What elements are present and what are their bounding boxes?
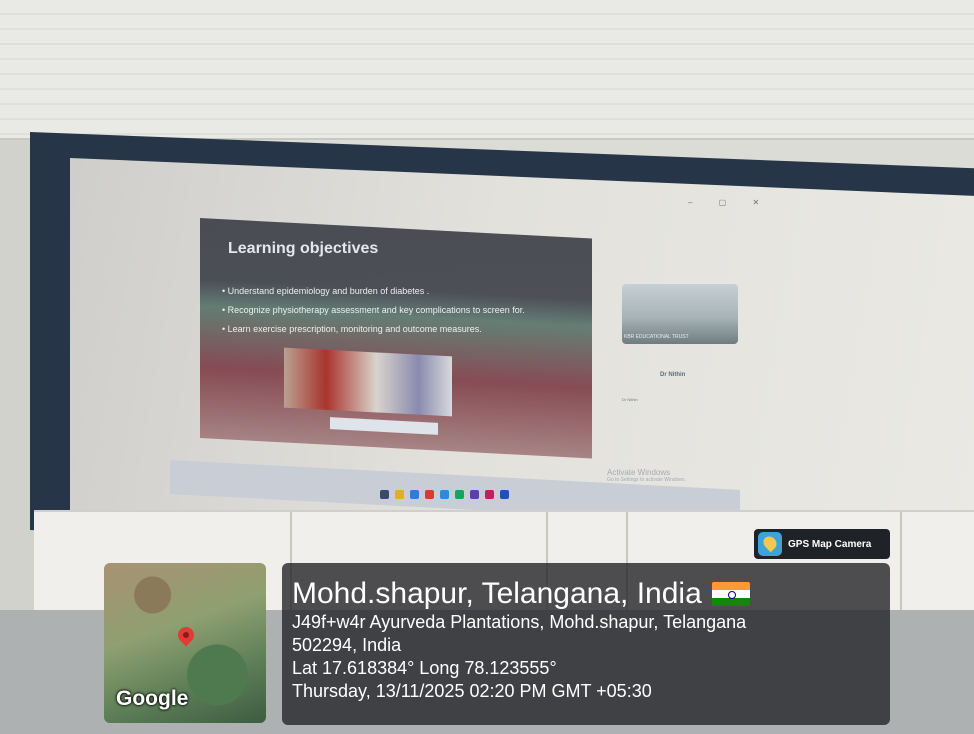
- slide-bullet: • Learn exercise prescription, monitorin…: [222, 324, 482, 334]
- slide-bullet: • Understand epidemiology and burden of …: [222, 286, 430, 296]
- gps-camera-logo-icon: [758, 532, 782, 556]
- datetime: Thursday, 13/11/2025 02:20 PM GMT +05:30: [292, 681, 652, 701]
- slide-bullets: • Understand epidemiology and burden of …: [222, 286, 562, 343]
- activate-subtitle: Go to Settings to activate Windows.: [607, 477, 686, 483]
- activate-windows-watermark: Activate Windows Go to Settings to activ…: [607, 468, 686, 483]
- badge-label: GPS Map Camera: [788, 538, 872, 550]
- taskbar-icons: [380, 490, 509, 499]
- map-logo: Google: [116, 687, 189, 710]
- cabinet-divider: [900, 512, 902, 612]
- location-info-box: Mohd.shapur, Telangana, India J49f+w4r A…: [282, 563, 890, 725]
- location-title: Mohd.shapur, Telangana, India: [292, 577, 702, 610]
- participant-name: Dr Nithin: [660, 372, 686, 378]
- taskbar-app-icon: [470, 490, 479, 499]
- ceiling: [0, 0, 974, 140]
- taskbar-app-icon: [500, 490, 509, 499]
- slide-title: Learning objectives: [228, 240, 379, 257]
- video-caption: KBR EDUCATIONAL TRUST: [624, 334, 689, 340]
- taskbar-app-icon: [440, 490, 449, 499]
- taskbar-app-icon: [485, 490, 494, 499]
- window-controls: – ▢ ✕: [688, 198, 772, 207]
- address-line-2: 502294, India: [292, 635, 402, 655]
- taskbar-app-icon: [455, 490, 464, 499]
- taskbar-app-icon: [395, 490, 404, 499]
- taskbar-app-icon: [425, 490, 434, 499]
- gps-map-camera-badge: GPS Map Camera: [754, 529, 890, 559]
- coordinates: Lat 17.618384° Long 78.123555°: [292, 658, 557, 678]
- taskbar-app-icon: [380, 490, 389, 499]
- india-flag-icon: [711, 582, 750, 606]
- location-title-row: Mohd.shapur, Telangana, India: [292, 577, 878, 611]
- address-line-1: J49f+w4r Ayurveda Plantations, Mohd.shap…: [292, 612, 747, 632]
- activate-title: Activate Windows: [607, 468, 671, 477]
- slide-photo: [284, 347, 452, 417]
- participant-label: Dr Nithin: [622, 397, 638, 402]
- taskbar-app-icon: [410, 490, 419, 499]
- slide-bullet: • Recognize physiotherapy assessment and…: [222, 305, 525, 315]
